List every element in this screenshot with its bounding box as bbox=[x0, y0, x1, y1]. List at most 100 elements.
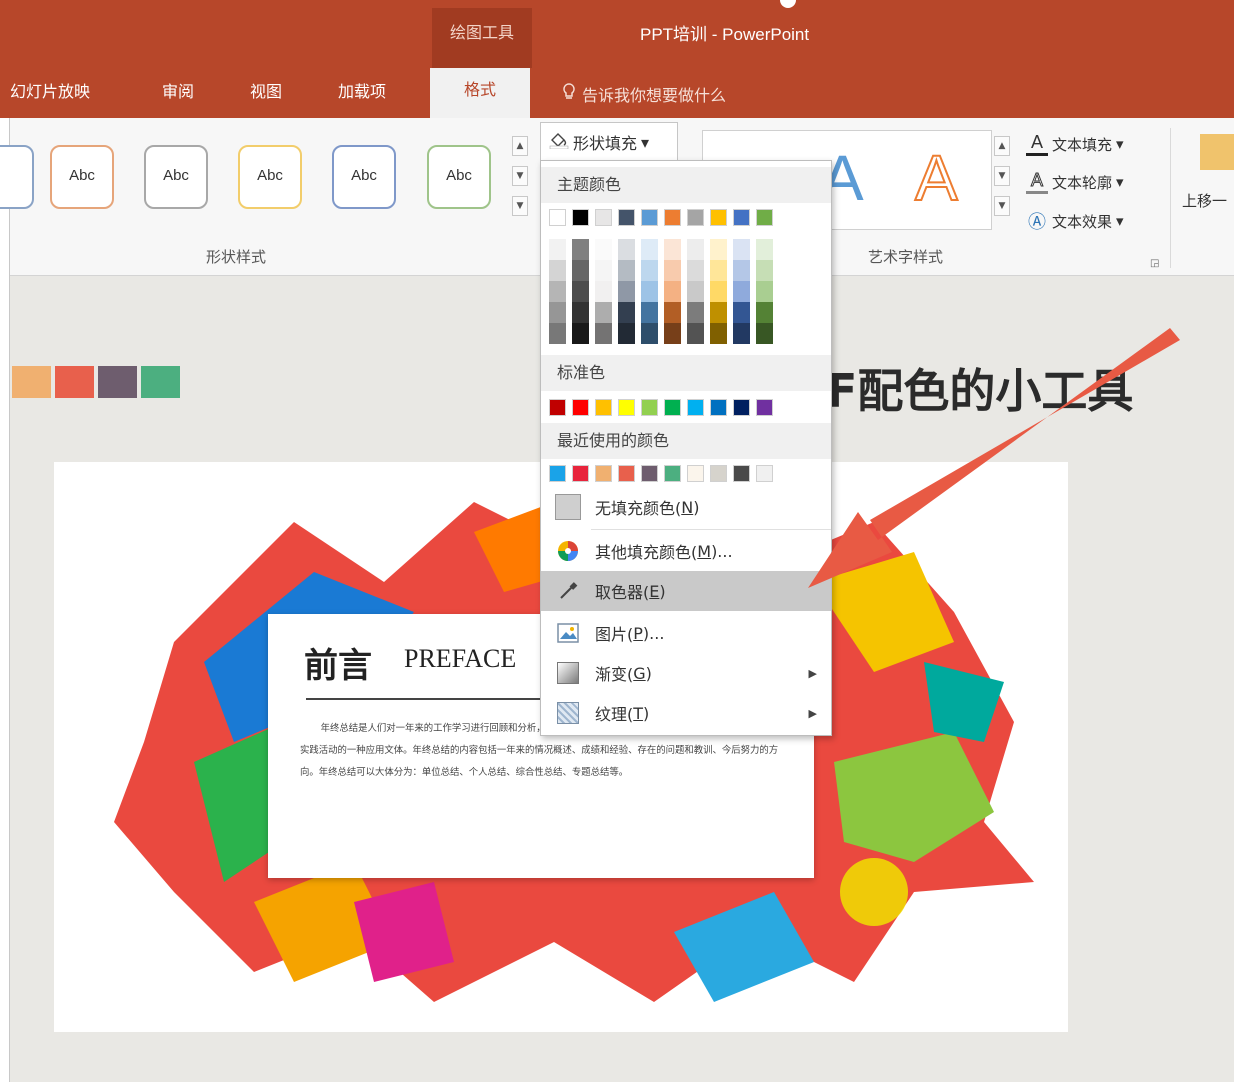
theme-shade-swatch[interactable] bbox=[687, 239, 704, 260]
theme-shade-swatch[interactable] bbox=[664, 239, 681, 260]
recent-color-swatch[interactable] bbox=[549, 465, 566, 482]
standard-color-swatch[interactable] bbox=[664, 399, 681, 416]
recent-color-swatch[interactable] bbox=[641, 465, 658, 482]
theme-shade-swatch[interactable] bbox=[733, 239, 750, 260]
theme-shade-swatch[interactable] bbox=[595, 239, 612, 260]
theme-shade-swatch[interactable] bbox=[756, 239, 773, 260]
theme-shade-swatch[interactable] bbox=[641, 281, 658, 302]
text-outline-button[interactable]: A 文本轮廓 ▾ bbox=[1026, 170, 1124, 194]
theme-shade-swatch[interactable] bbox=[641, 239, 658, 260]
eyedropper-item[interactable]: 取色器(E) bbox=[541, 571, 831, 611]
theme-shade-swatch[interactable] bbox=[687, 260, 704, 281]
theme-shade-swatch[interactable] bbox=[756, 281, 773, 302]
theme-shade-swatch[interactable] bbox=[595, 302, 612, 323]
theme-shade-swatch[interactable] bbox=[618, 260, 635, 281]
theme-shade-swatch[interactable] bbox=[687, 302, 704, 323]
standard-color-swatch[interactable] bbox=[549, 399, 566, 416]
tab-review[interactable]: 审阅 bbox=[162, 78, 194, 102]
theme-shade-swatch[interactable] bbox=[710, 302, 727, 323]
theme-color-swatch[interactable] bbox=[756, 209, 773, 226]
more-fill-colors-item[interactable]: 其他填充颜色(M)... bbox=[541, 531, 831, 571]
theme-shade-swatch[interactable] bbox=[618, 323, 635, 344]
theme-shade-swatch[interactable] bbox=[549, 239, 566, 260]
theme-shade-swatch[interactable] bbox=[710, 239, 727, 260]
text-effects-button[interactable]: Ⓐ 文本效果 ▾ bbox=[1026, 208, 1124, 234]
tab-format[interactable]: 格式 bbox=[430, 68, 530, 118]
theme-color-swatch[interactable] bbox=[595, 209, 612, 226]
shape-style-preset[interactable]: Abc bbox=[427, 145, 491, 209]
theme-shade-swatch[interactable] bbox=[549, 281, 566, 302]
standard-color-swatch[interactable] bbox=[618, 399, 635, 416]
theme-shade-swatch[interactable] bbox=[595, 260, 612, 281]
recent-color-swatch[interactable] bbox=[572, 465, 589, 482]
text-fill-button[interactable]: A 文本填充 ▾ bbox=[1026, 132, 1124, 156]
wordart-more-button[interactable]: ▼ bbox=[994, 196, 1010, 216]
dialog-launcher-icon[interactable]: ◲ bbox=[1150, 258, 1159, 269]
standard-color-swatch[interactable] bbox=[572, 399, 589, 416]
theme-shade-swatch[interactable] bbox=[664, 260, 681, 281]
wordart-preset[interactable]: A bbox=[914, 141, 959, 215]
theme-shade-swatch[interactable] bbox=[572, 239, 589, 260]
theme-shade-swatch[interactable] bbox=[572, 302, 589, 323]
standard-color-swatch[interactable] bbox=[641, 399, 658, 416]
recent-color-swatch[interactable] bbox=[756, 465, 773, 482]
theme-shade-swatch[interactable] bbox=[549, 302, 566, 323]
theme-shade-swatch[interactable] bbox=[687, 281, 704, 302]
theme-shade-swatch[interactable] bbox=[641, 302, 658, 323]
theme-shade-swatch[interactable] bbox=[710, 323, 727, 344]
recent-color-swatch[interactable] bbox=[618, 465, 635, 482]
texture-fill-item[interactable]: 纹理(T) ▶ bbox=[541, 693, 831, 733]
more-styles-button[interactable]: ▼ bbox=[512, 196, 528, 216]
theme-shade-swatch[interactable] bbox=[572, 281, 589, 302]
shape-style-preset[interactable]: Abc bbox=[238, 145, 302, 209]
theme-shade-swatch[interactable] bbox=[618, 302, 635, 323]
scroll-down-button[interactable]: ▼ bbox=[512, 166, 528, 186]
bring-forward-icon[interactable] bbox=[1200, 134, 1234, 170]
shape-style-preset[interactable]: Abc bbox=[144, 145, 208, 209]
no-fill-item[interactable]: 无填充颜色(N) bbox=[541, 487, 831, 527]
theme-shade-swatch[interactable] bbox=[549, 323, 566, 344]
theme-color-swatch[interactable] bbox=[733, 209, 750, 226]
theme-shade-swatch[interactable] bbox=[733, 281, 750, 302]
theme-shade-swatch[interactable] bbox=[549, 260, 566, 281]
theme-shade-swatch[interactable] bbox=[618, 239, 635, 260]
scroll-up-button[interactable]: ▲ bbox=[512, 136, 528, 156]
shape-style-preset[interactable]: Abc bbox=[50, 145, 114, 209]
recent-color-swatch[interactable] bbox=[687, 465, 704, 482]
theme-shade-swatch[interactable] bbox=[641, 323, 658, 344]
shape-style-preset[interactable] bbox=[0, 145, 34, 209]
theme-color-swatch[interactable] bbox=[572, 209, 589, 226]
wordart-scroll-down[interactable]: ▼ bbox=[994, 166, 1010, 186]
theme-shade-swatch[interactable] bbox=[641, 260, 658, 281]
bring-forward-label[interactable]: 上移一 bbox=[1182, 190, 1227, 211]
theme-shade-swatch[interactable] bbox=[572, 260, 589, 281]
theme-shade-swatch[interactable] bbox=[618, 281, 635, 302]
recent-color-swatch[interactable] bbox=[733, 465, 750, 482]
theme-shade-swatch[interactable] bbox=[664, 302, 681, 323]
theme-shade-swatch[interactable] bbox=[595, 281, 612, 302]
theme-shade-swatch[interactable] bbox=[572, 323, 589, 344]
theme-shade-swatch[interactable] bbox=[710, 260, 727, 281]
theme-color-swatch[interactable] bbox=[664, 209, 681, 226]
theme-shade-swatch[interactable] bbox=[733, 260, 750, 281]
theme-shade-swatch[interactable] bbox=[756, 260, 773, 281]
picture-fill-item[interactable]: 图片(P)... bbox=[541, 613, 831, 653]
theme-shade-swatch[interactable] bbox=[664, 281, 681, 302]
theme-color-swatch[interactable] bbox=[710, 209, 727, 226]
standard-color-swatch[interactable] bbox=[733, 399, 750, 416]
theme-color-swatch[interactable] bbox=[549, 209, 566, 226]
shape-style-preset[interactable]: Abc bbox=[332, 145, 396, 209]
theme-shade-swatch[interactable] bbox=[756, 323, 773, 344]
theme-color-swatch[interactable] bbox=[687, 209, 704, 226]
recent-color-swatch[interactable] bbox=[710, 465, 727, 482]
tab-slideshow[interactable]: 幻灯片放映 bbox=[10, 78, 90, 102]
theme-shade-swatch[interactable] bbox=[687, 323, 704, 344]
theme-shade-swatch[interactable] bbox=[756, 302, 773, 323]
tab-addins[interactable]: 加载项 bbox=[338, 78, 386, 102]
theme-shade-swatch[interactable] bbox=[733, 323, 750, 344]
gradient-fill-item[interactable]: 渐变(G) ▶ bbox=[541, 653, 831, 693]
theme-shade-swatch[interactable] bbox=[595, 323, 612, 344]
theme-shade-swatch[interactable] bbox=[733, 302, 750, 323]
wordart-scroll-up[interactable]: ▲ bbox=[994, 136, 1010, 156]
shape-fill-button[interactable]: 形状填充 ▾ bbox=[540, 122, 678, 162]
